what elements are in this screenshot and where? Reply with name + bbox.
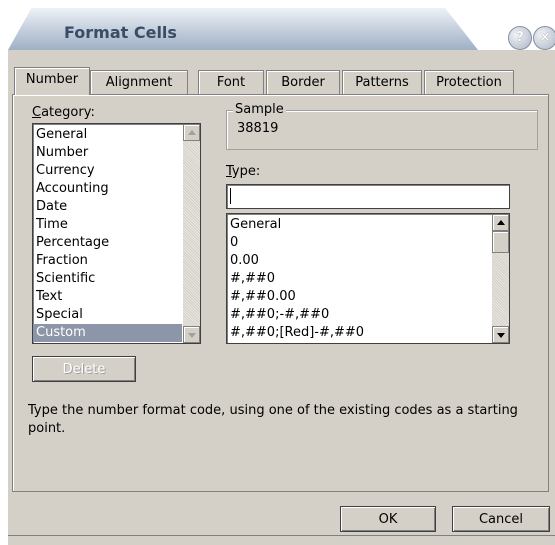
list-item-date[interactable]: Date — [33, 198, 182, 216]
arrow-up-icon — [188, 130, 196, 135]
list-item-scientific[interactable]: Scientific — [33, 270, 182, 288]
tab-font[interactable]: Font — [198, 70, 264, 95]
tab-protection[interactable]: Protection — [424, 70, 514, 95]
list-item-special[interactable]: Special — [33, 306, 182, 324]
format-item[interactable]: General — [227, 216, 491, 234]
scroll-thumb[interactable] — [492, 231, 509, 253]
tab-alignment[interactable]: Alignment — [90, 70, 188, 95]
scroll-down-button[interactable] — [183, 326, 200, 343]
sample-title: Sample — [233, 102, 286, 117]
tab-border[interactable]: Border — [266, 70, 340, 95]
window-title: Format Cells — [64, 23, 177, 42]
tab-label: Alignment — [105, 75, 173, 90]
delete-button[interactable]: Delete — [32, 356, 136, 382]
tab-label: Protection — [436, 75, 502, 90]
scroll-up-button[interactable] — [492, 214, 509, 231]
scroll-down-button[interactable] — [492, 326, 509, 343]
format-cells-dialog: Format Cells ? × Number Alignment Font B… — [0, 0, 555, 545]
help-button[interactable]: ? — [508, 26, 532, 50]
category-scrollbar[interactable] — [183, 124, 200, 343]
ok-button[interactable]: OK — [340, 506, 436, 532]
tab-label: Border — [281, 75, 325, 90]
format-scrollbar[interactable] — [492, 214, 509, 343]
format-item[interactable]: 0 — [227, 234, 491, 252]
format-item[interactable]: #,##0;-#,##0 — [227, 306, 491, 324]
format-item[interactable]: #,##0 — [227, 270, 491, 288]
category-listbox[interactable]: General Number Currency Accounting Date … — [32, 123, 201, 344]
category-label: Category: — [32, 105, 95, 120]
list-item-accounting[interactable]: Accounting — [33, 180, 182, 198]
type-input[interactable] — [226, 184, 510, 209]
arrow-down-icon — [497, 333, 505, 338]
list-item-general[interactable]: General — [33, 126, 182, 144]
help-description: Type the number format code, using one o… — [28, 403, 518, 436]
help-icon: ? — [516, 30, 524, 45]
sample-groupbox: Sample 38819 — [226, 102, 538, 150]
cancel-button[interactable]: Cancel — [452, 506, 550, 532]
list-item-percentage[interactable]: Percentage — [33, 234, 182, 252]
format-item[interactable]: #,##0.00 — [227, 288, 491, 306]
tab-label: Patterns — [355, 75, 409, 90]
arrow-up-icon — [497, 220, 505, 225]
list-item-currency[interactable]: Currency — [33, 162, 182, 180]
bottom-divider — [8, 535, 555, 536]
list-item-text[interactable]: Text — [33, 288, 182, 306]
text-caret — [230, 188, 231, 204]
format-item[interactable]: #,##0;[Red]-#,##0 — [227, 324, 491, 342]
list-item-number[interactable]: Number — [33, 144, 182, 162]
close-button[interactable]: × — [533, 26, 555, 50]
sample-value: 38819 — [237, 121, 279, 136]
list-item-time[interactable]: Time — [33, 216, 182, 234]
close-icon: × — [539, 30, 551, 45]
list-item-custom[interactable]: Custom — [33, 324, 182, 342]
tab-label: Font — [216, 75, 246, 90]
type-label: Type: — [226, 164, 261, 179]
tab-number[interactable]: Number — [14, 67, 90, 95]
tab-label: Number — [25, 72, 79, 87]
list-item-fraction[interactable]: Fraction — [33, 252, 182, 270]
arrow-down-icon — [188, 333, 196, 338]
dialog-client-area: Number Alignment Font Border Patterns Pr… — [8, 50, 555, 545]
format-item[interactable]: 0.00 — [227, 252, 491, 270]
title-bar: Format Cells ? × — [0, 0, 555, 50]
tab-patterns[interactable]: Patterns — [342, 70, 422, 95]
scroll-up-button[interactable] — [183, 124, 200, 141]
type-format-listbox[interactable]: General 0 0.00 #,##0 #,##0.00 #,##0;-#,#… — [226, 213, 510, 344]
